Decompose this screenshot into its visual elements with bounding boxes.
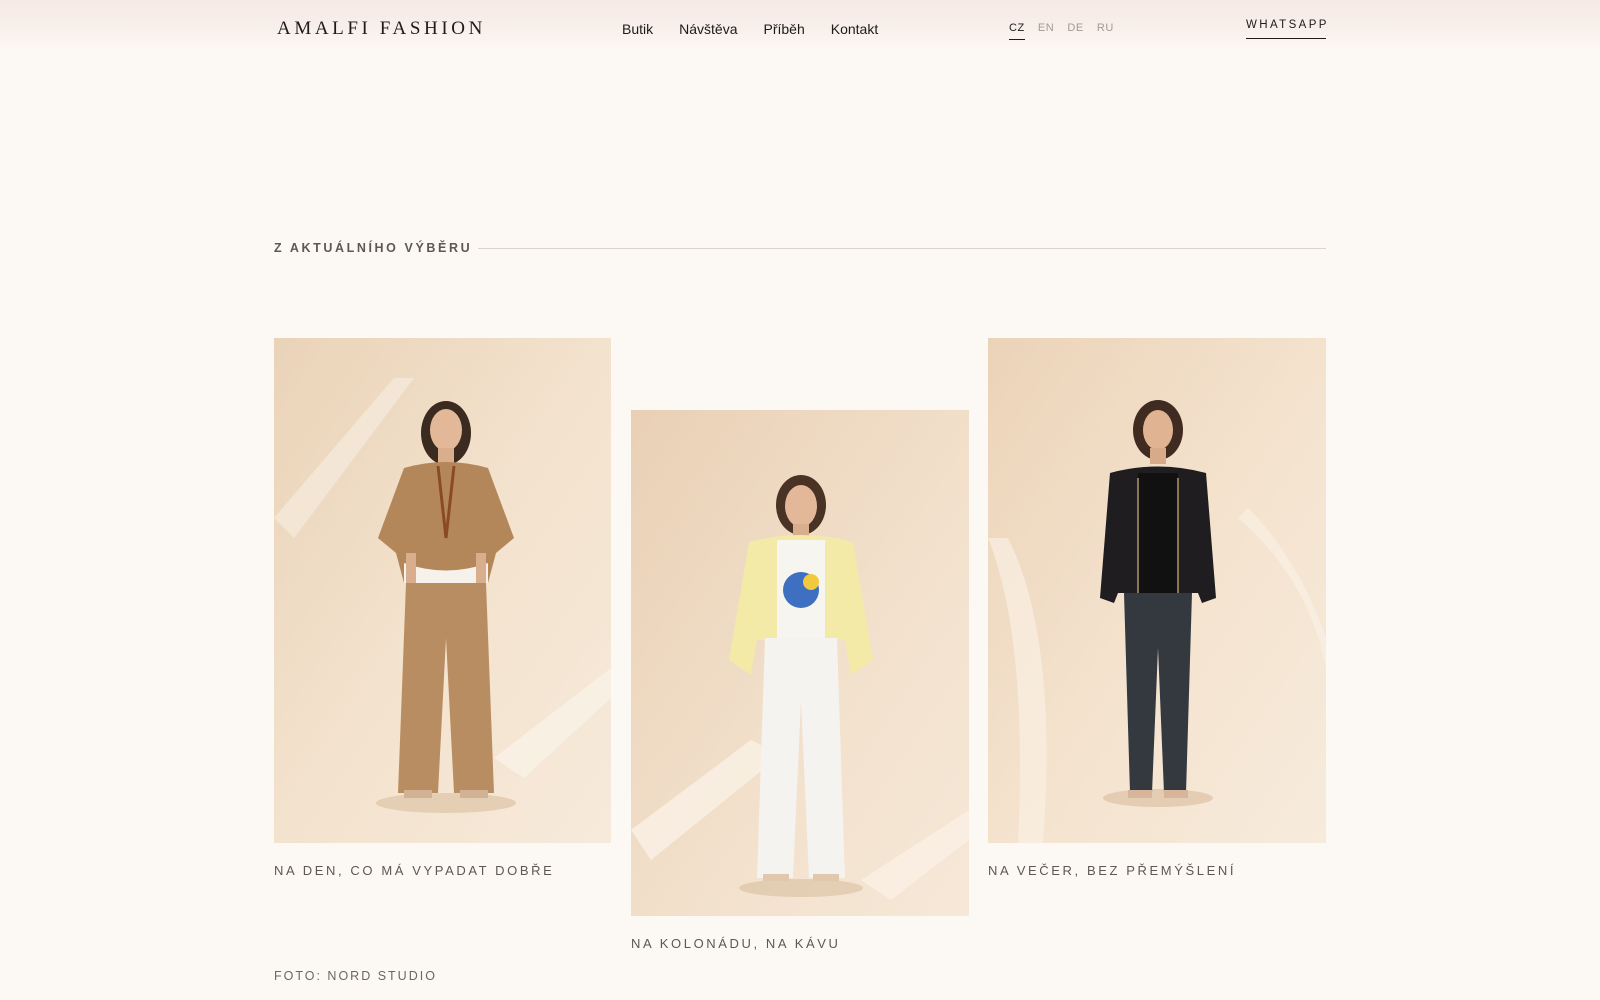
look-caption-2: NA KOLONÁDU, NA KÁVU (631, 936, 841, 951)
look-photo-1-image (274, 338, 611, 843)
whatsapp-link[interactable]: WHATSAPP (1246, 19, 1326, 39)
lang-ru[interactable]: RU (1097, 22, 1114, 40)
section-title: Z AKTUÁLNÍHO VÝBĚRU (274, 241, 473, 255)
look-card-3[interactable]: NA VEČER, BEZ PŘEMÝŠLENÍ (988, 338, 1326, 878)
lang-de[interactable]: DE (1067, 22, 1083, 40)
main-nav: Butik Návštěva Příběh Kontakt (622, 21, 878, 37)
lang-cz[interactable]: CZ (1009, 22, 1025, 40)
nav-link-navsteva[interactable]: Návštěva (679, 21, 737, 37)
nav-link-kontakt[interactable]: Kontakt (831, 21, 878, 37)
look-card-1[interactable]: NA DEN, CO MÁ VYPADAT DOBŘE (274, 338, 611, 878)
look-caption-3: NA VEČER, BEZ PŘEMÝŠLENÍ (988, 863, 1237, 878)
nav-link-butik[interactable]: Butik (622, 21, 653, 37)
look-photo-3-image (988, 338, 1326, 843)
look-photo-2-image (631, 410, 969, 916)
look-card-2[interactable]: NA KOLONÁDU, NA KÁVU (631, 410, 969, 951)
brand-logo[interactable]: AMALFI FASHION (277, 18, 486, 40)
look-caption-1: NA DEN, CO MÁ VYPADAT DOBŘE (274, 863, 555, 878)
lang-en[interactable]: EN (1038, 22, 1054, 40)
language-switcher: CZ EN DE RU (1009, 22, 1114, 40)
site-header: AMALFI FASHION Butik Návštěva Příběh Kon… (0, 0, 1600, 50)
nav-link-pribeh[interactable]: Příběh (763, 21, 804, 37)
look-photo-1[interactable] (274, 338, 611, 843)
look-photo-3[interactable] (988, 338, 1326, 843)
section-divider (478, 248, 1326, 249)
photo-credit: FOTO: NORD STUDIO (274, 969, 437, 983)
look-photo-2[interactable] (631, 410, 969, 916)
